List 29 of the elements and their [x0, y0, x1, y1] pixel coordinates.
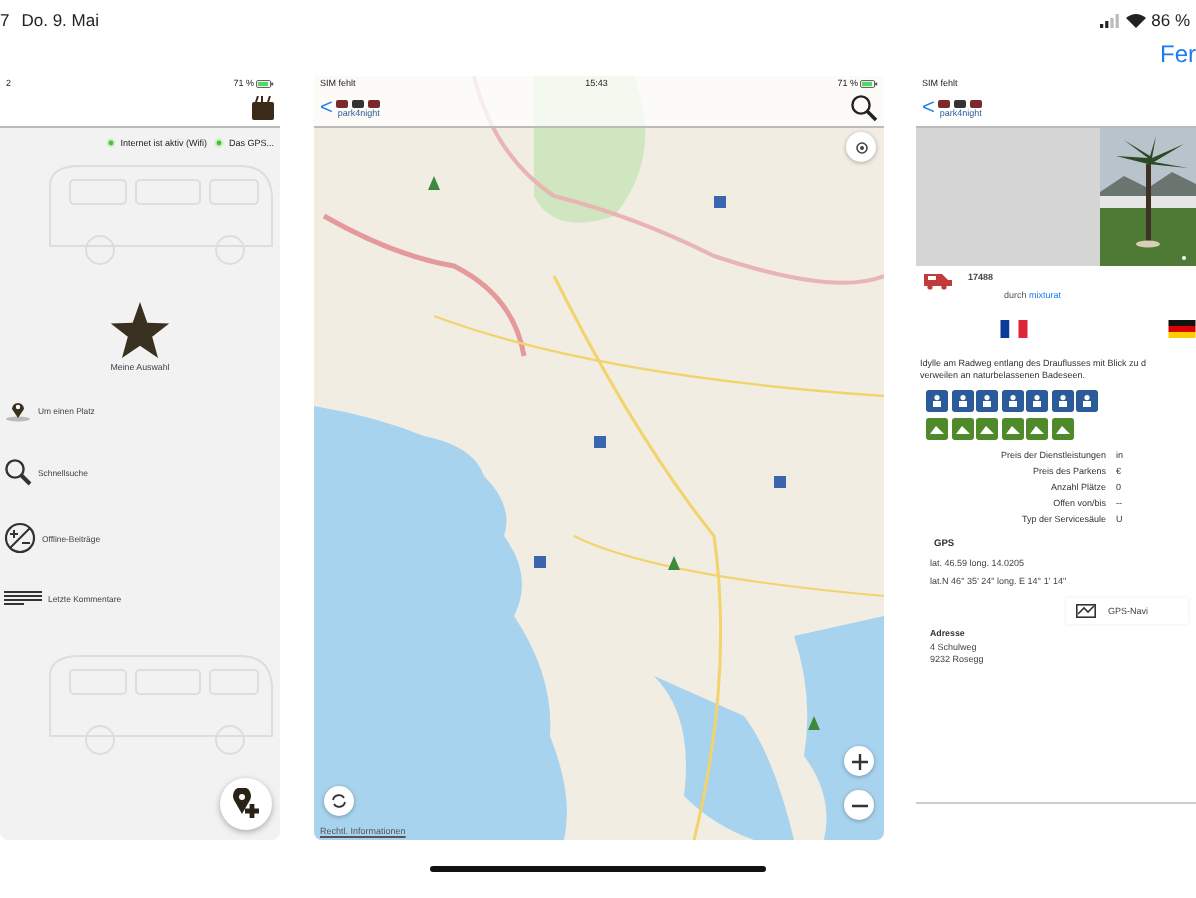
target-icon: [853, 139, 869, 155]
map-pin-icon: [4, 400, 32, 422]
done-button[interactable]: Fer: [1160, 40, 1196, 68]
plus-minus-icon: [4, 522, 36, 554]
battery-icon: [256, 79, 274, 87]
status-time: 7: [0, 10, 10, 30]
add-place-button[interactable]: [220, 778, 272, 830]
map-icon: [1076, 604, 1096, 619]
app-icon[interactable]: [252, 96, 274, 120]
refresh-icon: [330, 792, 348, 810]
search-icon: [850, 94, 878, 122]
flag-icon: [1168, 320, 1196, 338]
lines-icon: [4, 590, 42, 606]
camper-van-icon: [924, 272, 952, 290]
star-icon[interactable]: [110, 302, 170, 358]
battery-icon: [859, 79, 878, 87]
pin-plus-icon: [232, 788, 260, 820]
plus-icon: [851, 753, 867, 769]
wifi-icon: [1125, 13, 1146, 27]
flag-icon: [1000, 320, 1028, 338]
status-date: Do. 9. Mai: [21, 10, 99, 30]
signal-icon: [1099, 13, 1120, 27]
page-indicator-dot: [1182, 256, 1186, 260]
search-icon: [4, 458, 32, 486]
search-button[interactable]: [850, 94, 878, 122]
battery-percentage: 86 %: [1151, 10, 1190, 30]
back-button[interactable]: <: [320, 97, 333, 119]
back-button[interactable]: <: [922, 97, 935, 119]
minus-icon: [851, 803, 867, 807]
